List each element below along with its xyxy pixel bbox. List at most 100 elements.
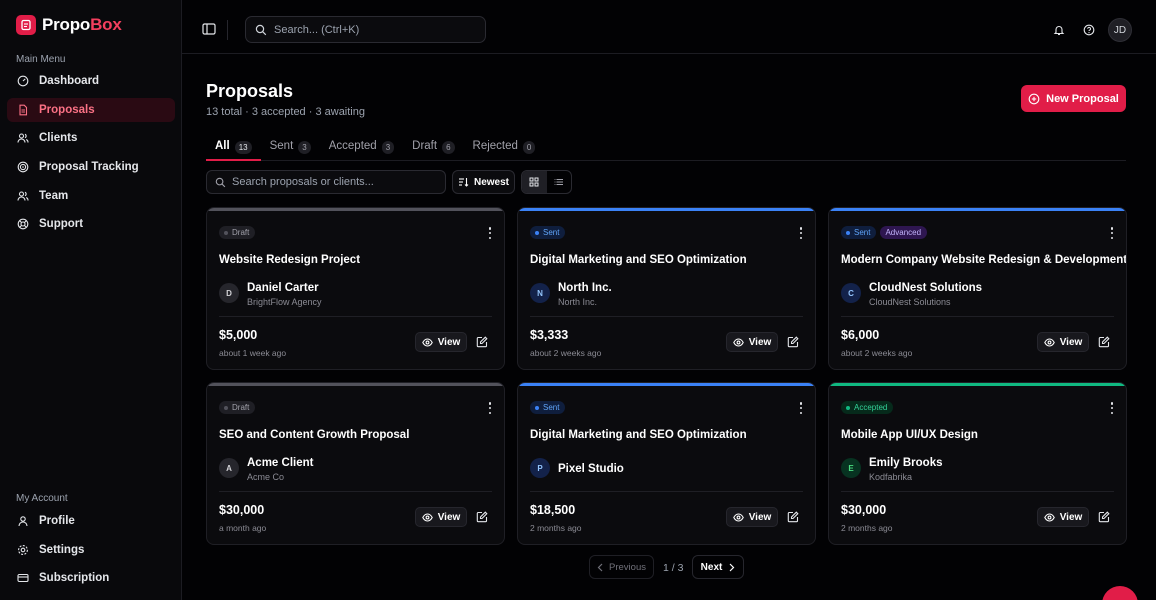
tab-sent[interactable]: Sent 3 bbox=[261, 135, 320, 161]
view-label: View bbox=[1059, 336, 1083, 348]
bell-icon[interactable] bbox=[1053, 24, 1065, 36]
proposal-title[interactable]: SEO and Content Growth Proposal bbox=[219, 429, 409, 441]
chevron-right-icon bbox=[729, 563, 735, 571]
more-options-icon[interactable] bbox=[1110, 227, 1114, 239]
more-options-icon[interactable] bbox=[488, 227, 492, 239]
floating-action-button[interactable] bbox=[1102, 586, 1138, 600]
sidebar-item-profile[interactable]: Profile bbox=[7, 509, 175, 533]
proposal-card[interactable]: Accepted Mobile App UI/UX Design E Emily Br… bbox=[828, 382, 1127, 545]
client-name: Acme Client bbox=[247, 457, 314, 469]
sidebar-item-clients[interactable]: Clients bbox=[7, 126, 175, 150]
next-label: Next bbox=[700, 561, 723, 573]
eye-icon bbox=[1043, 337, 1055, 347]
sidebar-item-dashboard[interactable]: Dashboard bbox=[7, 69, 175, 93]
more-options-icon[interactable] bbox=[799, 402, 803, 414]
my-account-label: My Account bbox=[16, 493, 68, 504]
edit-icon[interactable] bbox=[476, 336, 488, 348]
sidebar-item-proposal-tracking[interactable]: Proposal Tracking bbox=[7, 155, 175, 179]
badge-row: Sent Advanced bbox=[841, 226, 928, 239]
grid-view-button[interactable] bbox=[522, 171, 547, 193]
proposal-amount: $3,333 bbox=[530, 328, 569, 342]
proposal-title[interactable]: Digital Marketing and SEO Optimization bbox=[530, 254, 747, 266]
chevron-left-icon bbox=[597, 563, 603, 571]
proposal-card[interactable]: Sent Digital Marketing and SEO Optimizati… bbox=[517, 207, 816, 370]
status-badge: Draft bbox=[219, 226, 256, 239]
edit-icon[interactable] bbox=[1098, 511, 1110, 523]
view-label: View bbox=[748, 336, 772, 348]
sidebar-item-proposals[interactable]: Proposals bbox=[7, 97, 175, 122]
client-name: North Inc. bbox=[558, 282, 612, 294]
tab-accepted[interactable]: Accepted 3 bbox=[320, 135, 403, 161]
client-organization: Acme Co bbox=[247, 472, 285, 482]
more-options-icon[interactable] bbox=[1110, 402, 1114, 414]
global-search[interactable] bbox=[245, 16, 486, 43]
client-name: CloudNest Solutions bbox=[869, 282, 983, 294]
edit-icon[interactable] bbox=[787, 511, 799, 523]
topbar: JD bbox=[182, 0, 1156, 54]
app-logo[interactable]: PropoBox bbox=[16, 15, 122, 35]
proposal-title[interactable]: Website Redesign Project bbox=[219, 254, 360, 266]
help-icon[interactable] bbox=[1083, 24, 1095, 36]
status-stripe bbox=[518, 383, 815, 386]
sort-button[interactable]: Newest bbox=[452, 170, 515, 194]
view-button[interactable]: View bbox=[415, 332, 467, 352]
sidebar-item-support[interactable]: Support bbox=[7, 212, 175, 236]
proposal-card[interactable]: Draft SEO and Content Growth Proposal A Acm… bbox=[206, 382, 505, 545]
main-menu-label: Main Menu bbox=[16, 54, 66, 65]
proposal-timestamp: about 1 week ago bbox=[219, 348, 287, 358]
global-search-input[interactable] bbox=[274, 23, 474, 36]
sidebar-item-settings[interactable]: Settings bbox=[7, 538, 175, 562]
status-dot bbox=[224, 230, 228, 235]
tab-draft[interactable]: Draft 6 bbox=[403, 135, 463, 161]
edit-icon[interactable] bbox=[1098, 336, 1110, 348]
new-proposal-button[interactable]: New Proposal bbox=[1021, 85, 1126, 112]
list-view-button[interactable] bbox=[547, 171, 572, 193]
tab-count-badge: 3 bbox=[298, 141, 311, 154]
sidebar-item-label: Profile bbox=[39, 515, 75, 527]
sidebar-item-subscription[interactable]: Subscription bbox=[7, 566, 175, 590]
tab-count-badge: 6 bbox=[442, 141, 455, 154]
client-organization: Kodfabrika bbox=[869, 472, 913, 482]
team-icon bbox=[16, 189, 30, 203]
view-button[interactable]: View bbox=[1037, 332, 1089, 352]
view-button[interactable]: View bbox=[726, 507, 778, 527]
more-options-icon[interactable] bbox=[799, 227, 803, 239]
proposal-card[interactable]: Draft Website Redesign Project D Daniel Car… bbox=[206, 207, 505, 370]
proposal-amount: $30,000 bbox=[219, 503, 265, 517]
proposal-card[interactable]: Sent Advanced Modern Company Website Redes… bbox=[828, 207, 1127, 370]
sidebar-item-label: Clients bbox=[39, 132, 78, 145]
page-subtitle: 13 total · 3 accepted · 3 awaiting bbox=[206, 106, 365, 118]
tab-label: Sent bbox=[269, 140, 294, 152]
proposal-card[interactable]: Sent Digital Marketing and SEO Optimizati… bbox=[517, 382, 816, 545]
proposal-search-input[interactable] bbox=[232, 176, 442, 188]
client-name: Pixel Studio bbox=[558, 463, 624, 475]
edit-icon[interactable] bbox=[787, 336, 799, 348]
view-button[interactable]: View bbox=[1037, 507, 1089, 527]
status-badge: Draft bbox=[219, 401, 256, 414]
tab-rejected[interactable]: Rejected 0 bbox=[464, 135, 545, 161]
card-divider bbox=[841, 316, 1114, 317]
proposal-title[interactable]: Mobile App UI/UX Design bbox=[841, 429, 978, 441]
view-button[interactable]: View bbox=[415, 507, 467, 527]
user-avatar[interactable]: JD bbox=[1108, 18, 1132, 42]
previous-label: Previous bbox=[609, 561, 646, 573]
status-tabs: All 13 Sent 3 Accepted 3 Draft 6 Rejected 0 bbox=[206, 135, 1126, 161]
page-title: Proposals bbox=[206, 81, 294, 101]
account-nav: Profile Settings Subscription bbox=[7, 509, 175, 595]
more-options-icon[interactable] bbox=[488, 402, 492, 414]
proposal-search[interactable] bbox=[206, 170, 446, 194]
previous-page-button[interactable]: Previous bbox=[589, 555, 654, 579]
sidebar-toggle-icon[interactable] bbox=[202, 23, 216, 35]
status-dot bbox=[846, 230, 850, 235]
edit-icon[interactable] bbox=[476, 511, 488, 523]
tab-all[interactable]: All 13 bbox=[206, 135, 261, 161]
new-proposal-label: New Proposal bbox=[1046, 92, 1119, 105]
next-page-button[interactable]: Next bbox=[692, 555, 744, 579]
status-stripe bbox=[207, 208, 504, 211]
eye-icon bbox=[421, 337, 433, 347]
proposal-title[interactable]: Modern Company Website Redesign & Develo… bbox=[841, 254, 1126, 266]
sidebar-item-team[interactable]: Team bbox=[7, 184, 175, 208]
proposal-title[interactable]: Digital Marketing and SEO Optimization bbox=[530, 429, 747, 441]
view-button[interactable]: View bbox=[726, 332, 778, 352]
proposal-timestamp: 2 months ago bbox=[841, 523, 893, 533]
